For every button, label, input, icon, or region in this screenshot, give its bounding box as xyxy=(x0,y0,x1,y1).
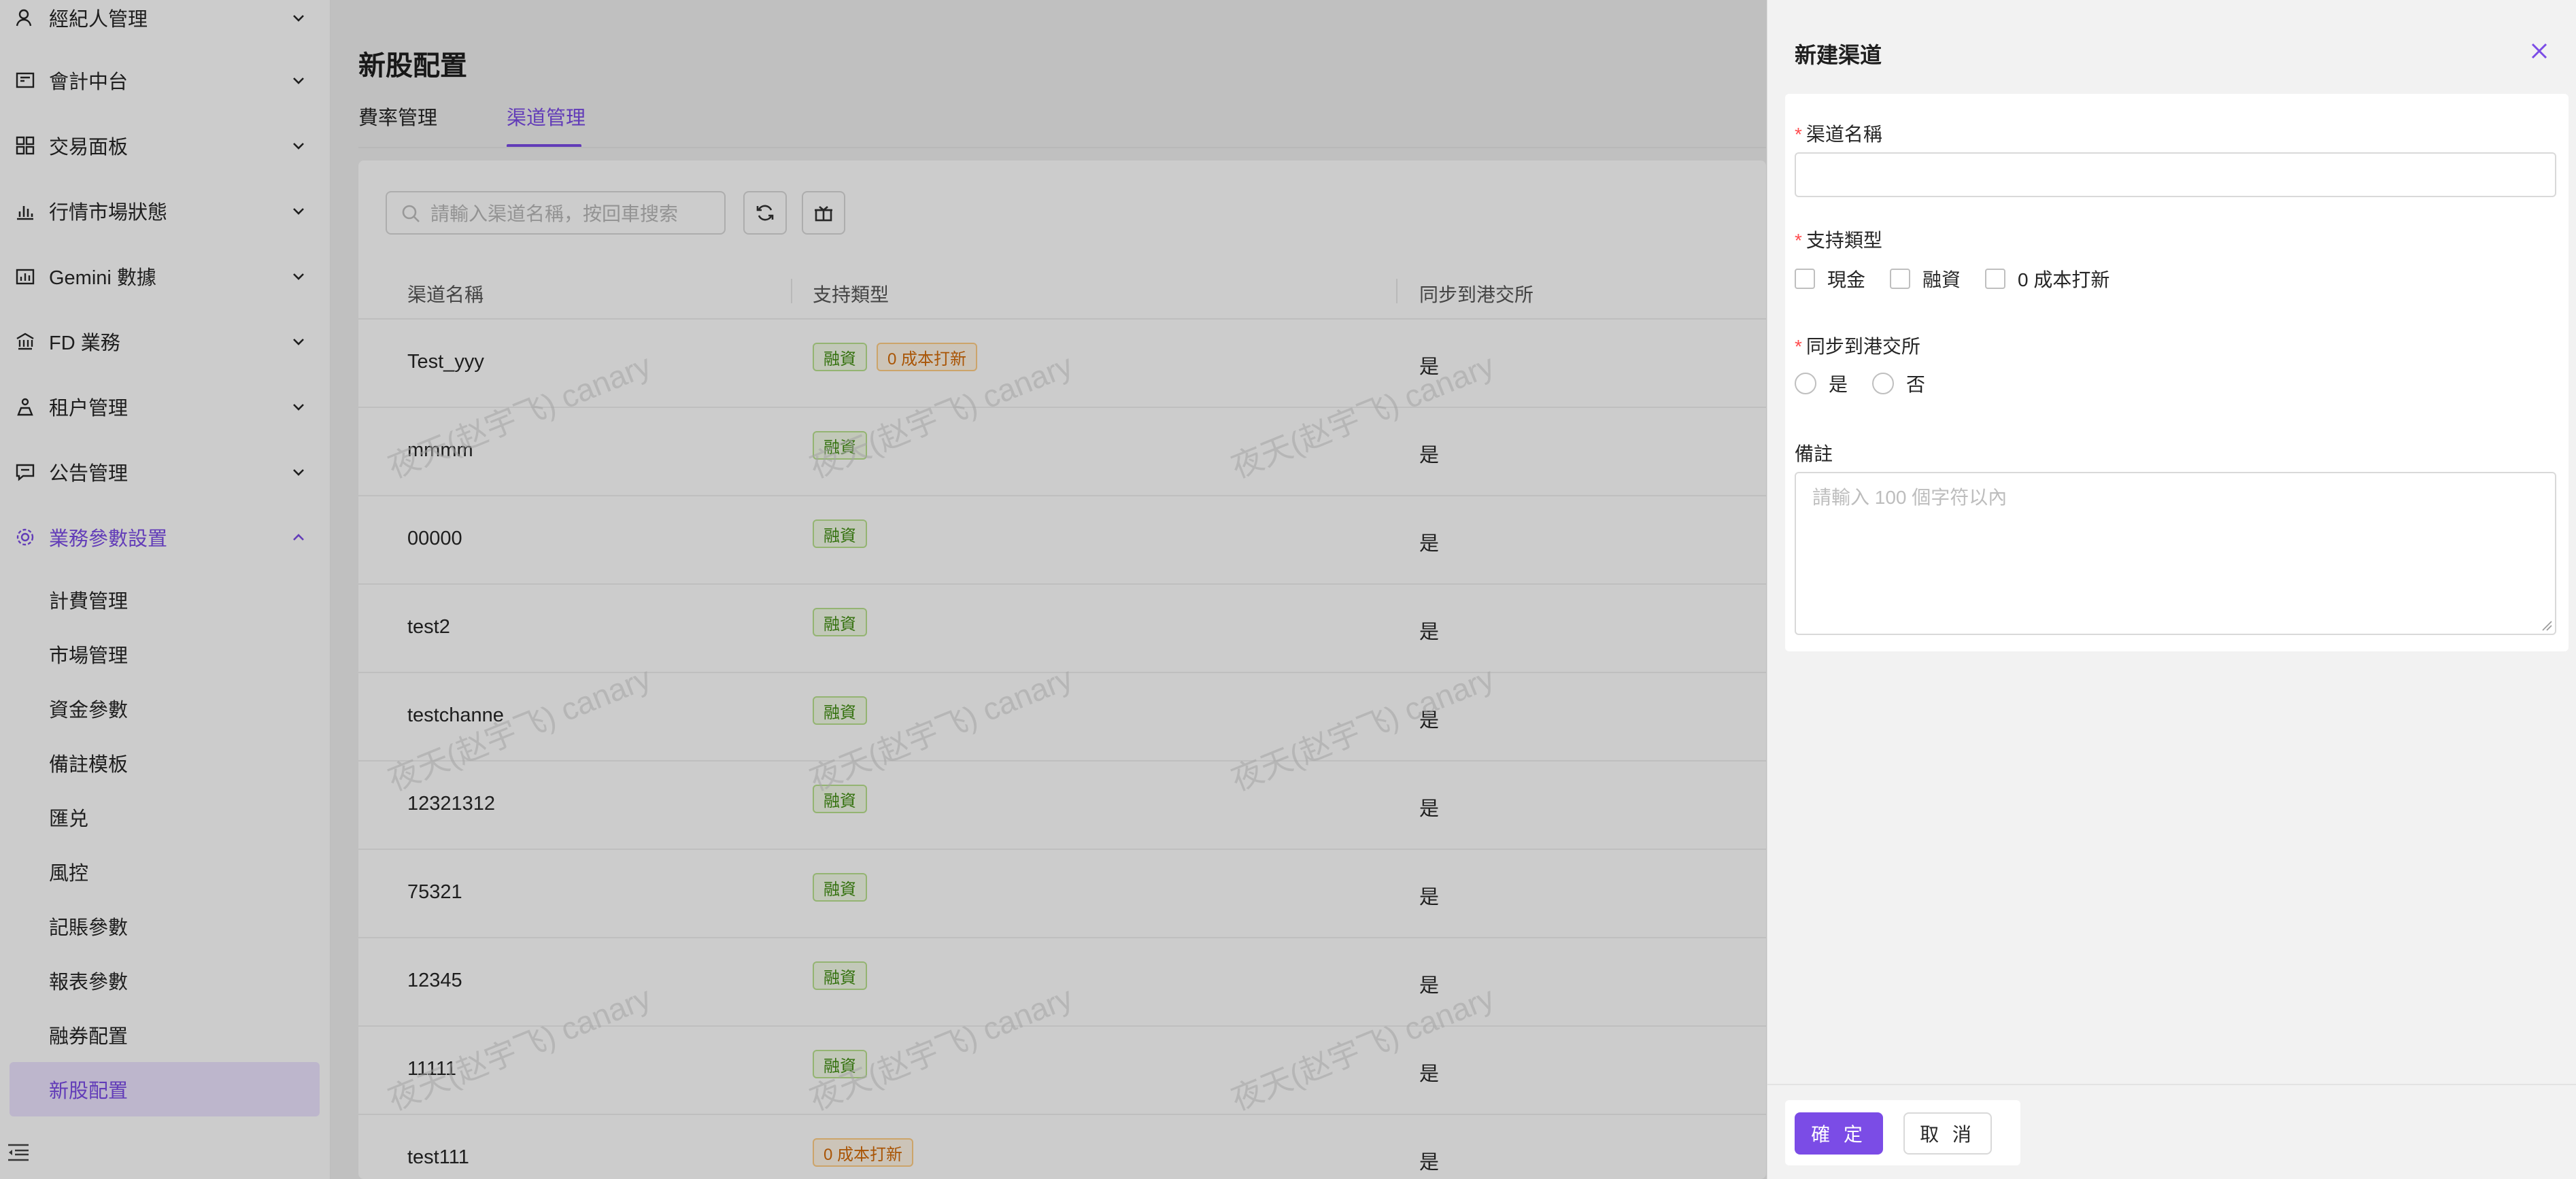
field-label-channel-name: * 渠道名稱 xyxy=(1795,124,1882,145)
support-type-checkbox-group: 現金 融資 0 成本打新 xyxy=(1795,265,2134,292)
confirm-button[interactable]: 確 定 xyxy=(1795,1112,1883,1155)
remark-textarea[interactable]: 請輸入 100 個字符以內 xyxy=(1795,472,2556,635)
checkbox-cash[interactable]: 現金 xyxy=(1795,265,1865,292)
close-icon[interactable] xyxy=(2528,39,2551,63)
checkbox-zero-cost[interactable]: 0 成本打新 xyxy=(1985,265,2109,292)
resize-handle-icon[interactable] xyxy=(2540,619,2552,631)
drawer-footer-divider xyxy=(1767,1084,2576,1085)
sync-hkex-radio-group: 是 否 xyxy=(1795,370,1950,397)
channel-name-input[interactable] xyxy=(1795,152,2556,197)
drawer-title: 新建渠道 xyxy=(1795,43,1882,67)
remark-placeholder: 請輸入 100 個字符以內 xyxy=(1812,487,2007,508)
field-label-remark: 備註 xyxy=(1795,443,1833,464)
new-channel-drawer: 新建渠道 * 渠道名稱 * 支持類型 現金 融資 0 成本打新 * 同步到港交所 是 … xyxy=(1767,0,2576,1179)
field-label-sync-hkex: * 同步到港交所 xyxy=(1795,336,1920,357)
channel-form: * 渠道名稱 * 支持類型 現金 融資 0 成本打新 * 同步到港交所 是 否 備註 … xyxy=(1785,94,2569,651)
drawer-footer: 確 定 取 消 xyxy=(1785,1100,2020,1165)
cancel-button[interactable]: 取 消 xyxy=(1903,1112,1992,1155)
radio-no[interactable]: 否 xyxy=(1872,370,1925,397)
checkbox-financing[interactable]: 融資 xyxy=(1890,265,1961,292)
field-label-support-type: * 支持類型 xyxy=(1795,230,1882,251)
radio-yes[interactable]: 是 xyxy=(1795,370,1848,397)
